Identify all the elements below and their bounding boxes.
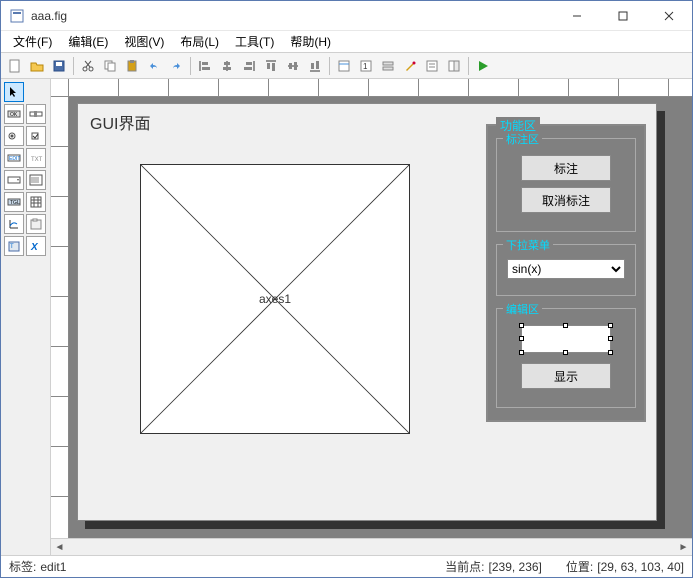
align-right-icon[interactable]	[239, 56, 259, 76]
svg-text:OK: OK	[10, 112, 18, 118]
axes1[interactable]: axes1	[140, 164, 410, 434]
svg-text:1: 1	[363, 62, 368, 71]
menu-tools[interactable]: 工具(T)	[227, 30, 282, 53]
menu-layout[interactable]: 布局(L)	[172, 30, 227, 53]
svg-text:TGL: TGL	[10, 200, 20, 206]
pushbutton-tool[interactable]: OK	[4, 104, 24, 124]
svg-text:X: X	[30, 242, 39, 252]
dropdown-panel-title: 下拉菜单	[503, 237, 553, 253]
close-button[interactable]	[646, 1, 692, 31]
annotate-panel-title: 标注区	[503, 131, 542, 147]
panel-tool[interactable]	[26, 214, 46, 234]
table-tool[interactable]	[26, 192, 46, 212]
align-top-icon[interactable]	[261, 56, 281, 76]
function-panel[interactable]: 功能区 标注区 标注 取消标注 下拉菜单 sin(x)	[486, 124, 646, 422]
popupmenu-tool[interactable]	[4, 170, 24, 190]
ruler-corner	[51, 79, 69, 97]
scroll-left-icon[interactable]: ◄	[51, 539, 68, 555]
slider-tool[interactable]	[26, 104, 46, 124]
save-icon[interactable]	[49, 56, 69, 76]
cut-icon[interactable]	[78, 56, 98, 76]
horizontal-ruler	[69, 79, 692, 97]
editor-icon[interactable]	[400, 56, 420, 76]
status-tag-value: edit1	[40, 560, 66, 574]
canvas-wrapper: GUI界面 axes1 功能区 标注区 标注 取消标注	[51, 79, 692, 555]
maximize-button[interactable]	[600, 1, 646, 31]
main-area: OK EDIT TXT TGL T X GUI界面 axes1	[1, 79, 692, 555]
scroll-right-icon[interactable]: ►	[675, 539, 692, 555]
align-bottom-icon[interactable]	[305, 56, 325, 76]
title-bar: aaa.fig	[1, 1, 692, 31]
align-left-icon[interactable]	[195, 56, 215, 76]
axes-tool[interactable]	[4, 214, 24, 234]
undo-icon[interactable]	[144, 56, 164, 76]
copy-icon[interactable]	[100, 56, 120, 76]
status-pos-value: [29, 63, 103, 40]	[597, 560, 684, 574]
show-button[interactable]: 显示	[521, 363, 611, 389]
scroll-track[interactable]	[68, 539, 675, 555]
listbox-tool[interactable]	[26, 170, 46, 190]
gui-figure[interactable]: GUI界面 axes1 功能区 标注区 标注 取消标注	[77, 103, 657, 521]
menu-view[interactable]: 视图(V)	[116, 30, 172, 53]
tab-order-icon[interactable]: 1	[356, 56, 376, 76]
toolbar: 1	[1, 53, 692, 79]
svg-text:T: T	[10, 244, 14, 250]
static-text-tool[interactable]: TXT	[26, 148, 46, 168]
window-title: aaa.fig	[31, 9, 554, 23]
edit-text-field[interactable]	[521, 325, 611, 353]
edit-panel-title: 编辑区	[503, 301, 542, 317]
menu-edit[interactable]: 编辑(E)	[60, 30, 116, 53]
align-center-h-icon[interactable]	[217, 56, 237, 76]
togglebutton-tool[interactable]: TGL	[4, 192, 24, 212]
axes-label: axes1	[259, 292, 291, 306]
status-pos-label: 位置:	[566, 558, 593, 575]
align-center-v-icon[interactable]	[283, 56, 303, 76]
svg-text:TXT: TXT	[31, 157, 43, 163]
status-point-value: [239, 236]	[489, 560, 542, 574]
design-canvas[interactable]: GUI界面 axes1 功能区 标注区 标注 取消标注	[69, 97, 692, 538]
edit-text-tool[interactable]: EDIT	[4, 148, 24, 168]
tool-palette: OK EDIT TXT TGL T X	[1, 79, 51, 555]
menu-bar: 文件(F) 编辑(E) 视图(V) 布局(L) 工具(T) 帮助(H)	[1, 31, 692, 53]
toolbar-editor-icon[interactable]	[378, 56, 398, 76]
annotate-panel[interactable]: 标注区 标注 取消标注	[496, 138, 636, 232]
new-icon[interactable]	[5, 56, 25, 76]
checkbox-tool[interactable]	[26, 126, 46, 146]
menu-editor-icon[interactable]	[334, 56, 354, 76]
horizontal-scrollbar[interactable]: ◄ ►	[51, 538, 692, 555]
status-point-label: 当前点:	[445, 558, 484, 575]
menu-file[interactable]: 文件(F)	[5, 30, 60, 53]
menu-help[interactable]: 帮助(H)	[282, 30, 339, 53]
minimize-button[interactable]	[554, 1, 600, 31]
vertical-ruler	[51, 97, 69, 538]
run-icon[interactable]	[473, 56, 493, 76]
status-bar: 标签: edit1 当前点: [239, 236] 位置: [29, 63, 1…	[1, 555, 692, 577]
select-tool[interactable]	[4, 82, 24, 102]
status-tag-label: 标签:	[9, 558, 36, 575]
unannotate-button[interactable]: 取消标注	[521, 187, 611, 213]
edit-panel[interactable]: 编辑区 显示	[496, 308, 636, 408]
svg-text:EDIT: EDIT	[9, 156, 20, 162]
radiobutton-tool[interactable]	[4, 126, 24, 146]
redo-icon[interactable]	[166, 56, 186, 76]
dropdown-panel[interactable]: 下拉菜单 sin(x)	[496, 244, 636, 296]
app-icon	[9, 8, 25, 24]
object-browser-icon[interactable]	[444, 56, 464, 76]
buttongroup-tool[interactable]: T	[4, 236, 24, 256]
annotate-button[interactable]: 标注	[521, 155, 611, 181]
activex-tool[interactable]: X	[26, 236, 46, 256]
property-inspector-icon[interactable]	[422, 56, 442, 76]
paste-icon[interactable]	[122, 56, 142, 76]
open-icon[interactable]	[27, 56, 47, 76]
function-dropdown[interactable]: sin(x)	[507, 259, 625, 279]
